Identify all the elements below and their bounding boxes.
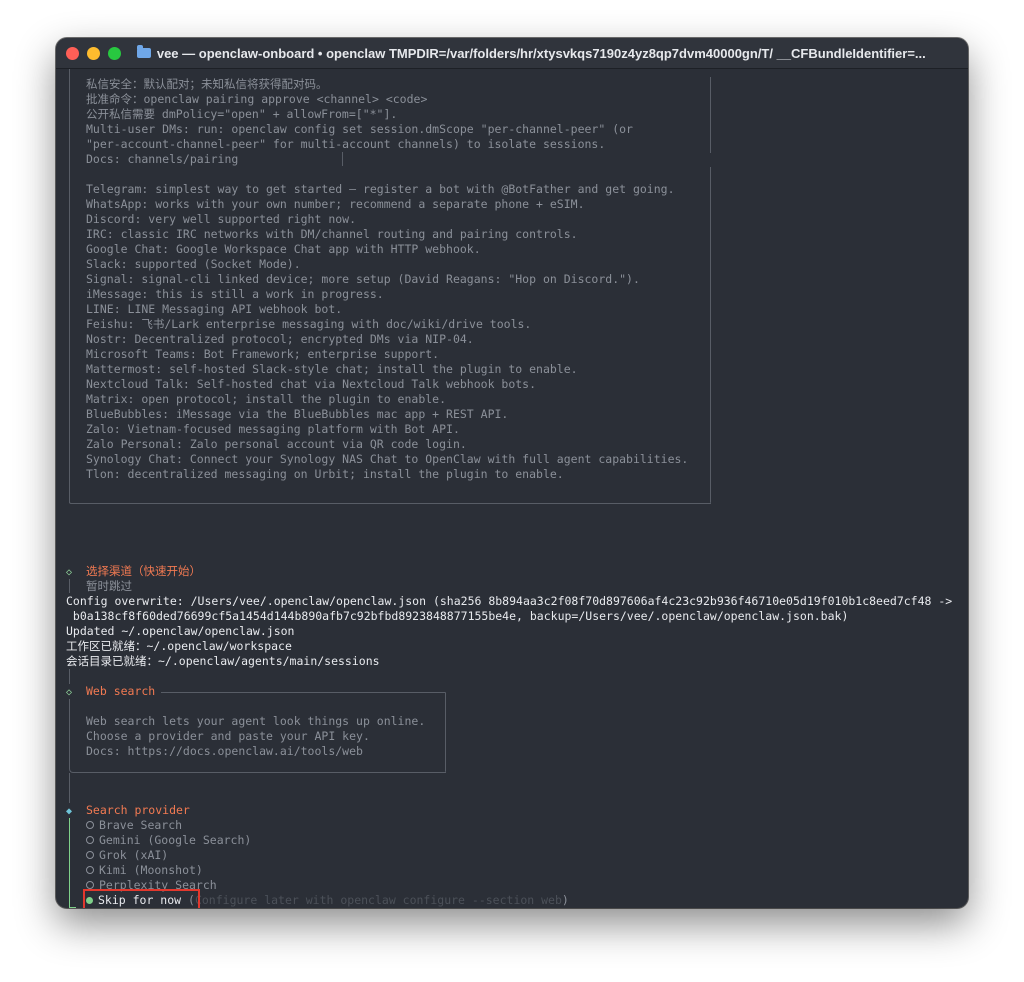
channel-line: Google Chat: Google Workspace Chat app w… bbox=[86, 242, 481, 256]
channel-line: Tlon: decentralized messaging on Urbit; … bbox=[86, 467, 564, 481]
zoom-button[interactable] bbox=[108, 46, 121, 60]
box-left-border bbox=[69, 69, 70, 503]
close-button[interactable] bbox=[66, 46, 79, 60]
log-line: Config overwrite: /Users/vee/.openclaw/o… bbox=[66, 594, 953, 608]
provider-option-label: Brave Search bbox=[99, 818, 183, 832]
provider-option-gemini[interactable]: Gemini (Google Search) bbox=[86, 833, 251, 848]
box-right-border-mid bbox=[342, 152, 343, 166]
search-provider-title: Search provider bbox=[86, 803, 190, 817]
channel-line: Mattermost: self-hosted Slack-style chat… bbox=[86, 362, 578, 376]
radio-empty-icon bbox=[86, 881, 94, 889]
channel-line: IRC: classic IRC networks with DM/channe… bbox=[86, 227, 578, 241]
radio-empty-icon bbox=[86, 836, 94, 844]
title-bar: vee — openclaw-onboard • openclaw TMPDIR… bbox=[56, 38, 968, 69]
channel-line: BlueBubbles: iMessage via the BlueBubble… bbox=[86, 407, 509, 421]
dm-line-2: 公开私信需要 dmPolicy="open" + allowFrom=["*"]… bbox=[86, 107, 398, 121]
channel-line: WhatsApp: works with your own number; re… bbox=[86, 197, 585, 211]
channel-line: LINE: LINE Messaging API webhook bot. bbox=[86, 302, 343, 316]
provider-option-label: Grok (xAI) bbox=[99, 848, 169, 862]
step-connector bbox=[69, 579, 70, 593]
web-search-line: Web search lets your agent look things u… bbox=[86, 714, 426, 728]
channel-line: Zalo Personal: Zalo personal account via… bbox=[86, 437, 467, 451]
log-line: Updated ~/.openclaw/openclaw.json bbox=[66, 624, 295, 638]
step-done-icon: ◇ bbox=[66, 567, 73, 578]
channel-line: Nostr: Decentralized protocol; encrypted… bbox=[86, 332, 474, 346]
channel-line: Slack: supported (Socket Mode). bbox=[86, 257, 301, 271]
web-search-line: Choose a provider and paste your API key… bbox=[86, 729, 370, 743]
window-title: vee — openclaw-onboard • openclaw TMPDIR… bbox=[156, 45, 926, 61]
channel-line: Microsoft Teams: Bot Framework; enterpri… bbox=[86, 347, 440, 361]
select-channel-title: 选择渠道（快速开始） bbox=[86, 564, 201, 578]
dm-line-4: "per-account-channel-peer" for multi-acc… bbox=[86, 137, 606, 151]
dm-line-0: 私信安全：默认配对；未知私信将获得配对码。 bbox=[86, 77, 328, 91]
log-line: 会话目录已就绪：~/.openclaw/agents/main/sessions bbox=[66, 654, 380, 668]
provider-option-label: Kimi (Moonshot) bbox=[99, 863, 203, 877]
channel-line: iMessage: this is still a work in progre… bbox=[86, 287, 384, 301]
radio-empty-icon bbox=[86, 866, 94, 874]
terminal-window: vee — openclaw-onboard • openclaw TMPDIR… bbox=[56, 38, 968, 908]
log-line: b0a138cf8f60ded76699cf5a1454d144b890afb7… bbox=[66, 609, 849, 623]
step-active-icon: ◆ bbox=[66, 806, 73, 817]
dm-line-5: Docs: channels/pairing bbox=[86, 152, 239, 166]
log-line: 工作区已就绪：~/.openclaw/workspace bbox=[66, 639, 292, 653]
dm-line-1: 批准命令：openclaw pairing approve <channel> … bbox=[86, 92, 428, 106]
radio-empty-icon bbox=[86, 821, 94, 829]
channel-line: Nextcloud Talk: Self-hosted chat via Nex… bbox=[86, 377, 537, 391]
channel-line: Matrix: open protocol; install the plugi… bbox=[86, 392, 447, 406]
web-search-title: Web search bbox=[86, 684, 156, 698]
box-right-border-1 bbox=[710, 77, 711, 153]
provider-option-kimi[interactable]: Kimi (Moonshot) bbox=[86, 863, 203, 878]
provider-selected-hint: Configure later with openclaw configure … bbox=[194, 893, 562, 907]
provider-option-grok[interactable]: Grok (xAI) bbox=[86, 848, 168, 863]
channel-line: Discord: very well supported right now. bbox=[86, 212, 357, 226]
selection-highlight-box bbox=[83, 889, 200, 908]
provider-option-label: Gemini (Google Search) bbox=[99, 833, 252, 847]
prompt-bar bbox=[69, 818, 76, 908]
dm-line-3: Multi-user DMs: run: openclaw config set… bbox=[86, 122, 633, 136]
step-connector bbox=[69, 773, 70, 803]
web-search-line: Docs: https://docs.openclaw.ai/tools/web bbox=[86, 744, 363, 758]
channel-line: Zalo: Vietnam-focused messaging platform… bbox=[86, 422, 460, 436]
select-channel-value: 暂时跳过 bbox=[86, 579, 132, 593]
step-done-icon: ◇ bbox=[66, 687, 73, 698]
radio-empty-icon bbox=[86, 851, 94, 859]
box-bottom-border bbox=[69, 502, 711, 504]
channel-line: Feishu: 飞书/Lark enterprise messaging wit… bbox=[86, 317, 532, 331]
hint-paren-close: ) bbox=[561, 893, 569, 907]
window-controls bbox=[66, 46, 121, 60]
box-right-border-2 bbox=[710, 167, 711, 503]
folder-icon bbox=[137, 45, 151, 58]
web-search-top-border bbox=[161, 692, 445, 693]
terminal-output[interactable]: 私信安全：默认配对；未知私信将获得配对码。 批准命令：openclaw pair… bbox=[56, 69, 968, 908]
channel-line: Telegram: simplest way to get started — … bbox=[86, 182, 675, 196]
minimize-button[interactable] bbox=[87, 46, 100, 60]
channel-line: Signal: signal-cli linked device; more s… bbox=[86, 272, 640, 286]
provider-option-brave[interactable]: Brave Search bbox=[86, 818, 182, 833]
step-connector bbox=[69, 669, 70, 684]
channel-line: Synology Chat: Connect your Synology NAS… bbox=[86, 452, 689, 466]
